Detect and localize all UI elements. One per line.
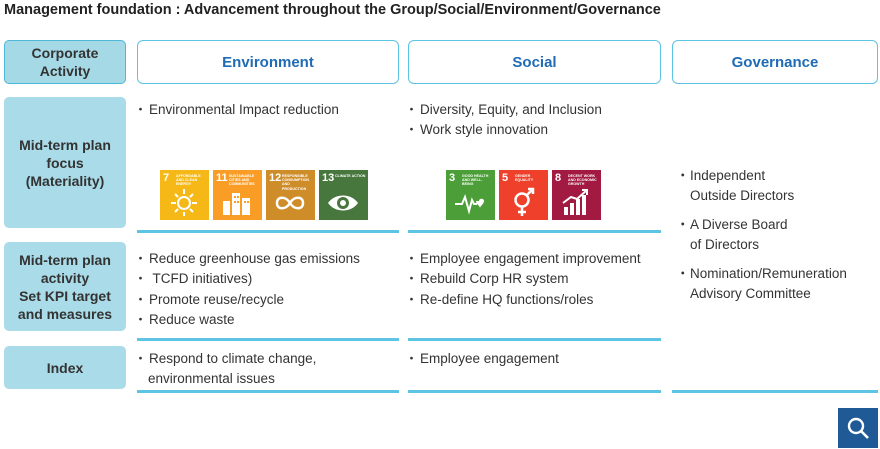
list-item: Employee engagement improvement bbox=[405, 249, 641, 270]
divider bbox=[137, 338, 399, 341]
sdg-8-tile: 8 Decent work and economic growth bbox=[552, 170, 601, 220]
eye-globe-icon bbox=[328, 195, 358, 211]
list-item: Work style innovation bbox=[405, 120, 602, 141]
list-item: Environmental Impact reduction bbox=[134, 100, 339, 121]
governance-list: Independent Outside Directors A Diverse … bbox=[676, 166, 847, 312]
row-header-kpi: Mid-term plan activity Set KPI target an… bbox=[4, 242, 126, 331]
social-focus-list: Diversity, Equity, and Inclusion Work st… bbox=[405, 100, 602, 141]
list-item: Reduce waste bbox=[134, 310, 360, 331]
list-item-continued: (TCFD initiatives) bbox=[134, 269, 360, 290]
environment-focus-list: Environmental Impact reduction bbox=[134, 100, 339, 121]
divider bbox=[408, 230, 661, 233]
environment-sdg-icons: 7 Affordable and clean energy 11 Sustain… bbox=[160, 170, 368, 220]
divider bbox=[408, 338, 661, 341]
environment-index-list: Respond to climate change, environmental… bbox=[134, 349, 316, 390]
row-header-index: Index bbox=[4, 346, 126, 389]
city-icon bbox=[223, 193, 250, 215]
column-header-environment: Environment bbox=[137, 40, 399, 84]
divider bbox=[137, 230, 399, 233]
list-item: Independent Outside Directors bbox=[676, 166, 847, 207]
sdg-13-tile: 13 Climate action bbox=[319, 170, 368, 220]
growth-chart-icon bbox=[562, 189, 588, 215]
social-index-list: Employee engagement bbox=[405, 349, 559, 370]
list-item: Employee engagement bbox=[405, 349, 559, 370]
divider bbox=[137, 390, 399, 393]
list-item: A Diverse Board of Directors bbox=[676, 215, 847, 256]
environment-kpi-list: Reduce greenhouse gas emissions (TCFD in… bbox=[134, 249, 360, 331]
social-kpi-list: Employee engagement improvement Rebuild … bbox=[405, 249, 641, 311]
list-item: Promote reuse/recycle bbox=[134, 290, 360, 311]
search-icon bbox=[847, 417, 869, 439]
sdg-7-tile: 7 Affordable and clean energy bbox=[160, 170, 209, 220]
list-item: Respond to climate change, bbox=[134, 349, 316, 370]
column-header-social: Social bbox=[408, 40, 661, 84]
page-title: Management foundation : Advancement thro… bbox=[4, 2, 661, 18]
divider bbox=[408, 390, 661, 393]
column-header-governance: Governance bbox=[672, 40, 878, 84]
row-header-focus: Mid-term plan focus (Materiality) bbox=[4, 97, 126, 228]
list-item: Nomination/Remuneration Advisory Committ… bbox=[676, 264, 847, 305]
sdg-3-tile: 3 Good health and well-being bbox=[446, 170, 495, 220]
zoom-button[interactable] bbox=[838, 408, 878, 448]
list-item: Rebuild Corp HR system bbox=[405, 269, 641, 290]
list-item-text: (TCFD initiatives) bbox=[148, 271, 253, 287]
social-sdg-icons: 3 Good health and well-being 5 Gender eq… bbox=[446, 170, 601, 220]
sdg-11-tile: 11 Sustainable cities and communities bbox=[213, 170, 262, 220]
list-item: Reduce greenhouse gas emissions bbox=[134, 249, 360, 270]
infinity-icon bbox=[275, 196, 305, 210]
divider bbox=[672, 390, 878, 393]
sdg-12-tile: 12 Responsible consumption and productio… bbox=[266, 170, 315, 220]
row-header-corporate-activity: Corporate Activity bbox=[4, 40, 126, 84]
list-item-continued: environmental issues bbox=[148, 371, 275, 387]
sdg-5-tile: 5 Gender equality bbox=[499, 170, 548, 220]
sun-icon bbox=[171, 189, 197, 216]
heartbeat-icon bbox=[455, 194, 484, 215]
gender-icon bbox=[514, 187, 535, 216]
list-item: Diversity, Equity, and Inclusion bbox=[405, 100, 602, 121]
list-item: Re-define HQ functions/roles bbox=[405, 290, 641, 311]
